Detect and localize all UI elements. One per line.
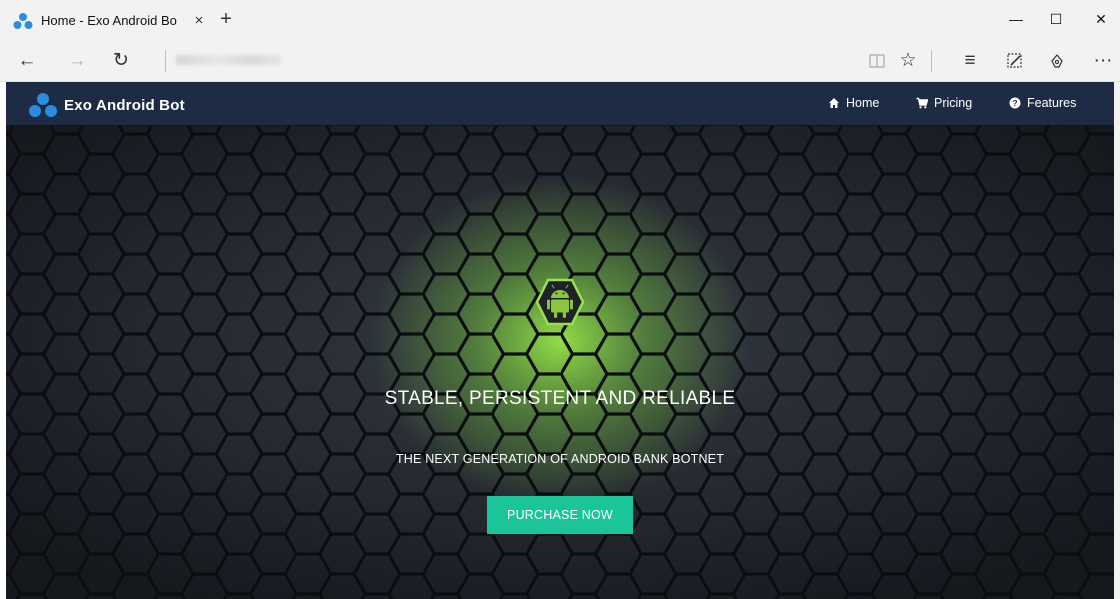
forward-button[interactable]: → [62, 47, 92, 75]
hero-title: STABLE, PERSISTENT AND RELIABLE [384, 388, 736, 409]
nav-pricing-label: Pricing [934, 96, 973, 110]
browser-toolbar: ← → ↻ ☆ ≡ ··· [0, 39, 1120, 82]
purchase-now-button[interactable]: PURCHASE NOW [487, 496, 633, 534]
home-icon [829, 98, 839, 108]
cart-icon [916, 97, 928, 109]
browser-title-bar: Home - Exo Android Bo × + — ☐ ✕ [0, 0, 1120, 39]
site-navbar: Exo Android Bot Home Pricing ? Features [6, 82, 1114, 126]
hero-section: STABLE, PERSISTENT AND RELIABLE THE NEXT… [6, 126, 1114, 599]
more-icon[interactable]: ··· [1088, 47, 1118, 75]
nav-home-label: Home [846, 96, 880, 110]
nav-features[interactable]: ? Features [1009, 96, 1076, 110]
web-note-icon[interactable] [1000, 47, 1030, 75]
svg-text:?: ? [1012, 98, 1017, 108]
share-icon[interactable] [1042, 47, 1072, 75]
hub-icon[interactable]: ≡ [955, 47, 985, 75]
page-scrollbar[interactable] [1114, 82, 1120, 599]
nav-features-label: Features [1027, 96, 1077, 110]
maximize-button[interactable]: ☐ [1033, 6, 1079, 32]
reading-view-icon[interactable] [862, 47, 892, 75]
toolbar-separator [931, 50, 932, 72]
nav-pricing[interactable]: Pricing [916, 96, 972, 110]
favorite-star-icon[interactable]: ☆ [893, 47, 923, 75]
tab-title: Home - Exo Android Bo [41, 13, 177, 28]
new-tab-button[interactable]: + [214, 8, 238, 32]
brand-logo-icon [29, 93, 57, 117]
close-window-button[interactable]: ✕ [1078, 6, 1120, 32]
question-circle-icon: ? [1009, 97, 1021, 109]
address-bar-url[interactable] [176, 55, 282, 65]
brand-logo-link[interactable]: Exo Android Bot [28, 92, 185, 118]
browser-tab[interactable]: Home - Exo Android Bo × [8, 6, 211, 35]
back-button[interactable]: ← [12, 47, 42, 75]
android-emblem [535, 278, 585, 326]
web-page: Exo Android Bot Home Pricing ? Features [6, 82, 1114, 599]
site-favicon-icon [13, 12, 33, 29]
tab-close-icon[interactable]: × [187, 12, 211, 29]
nav-home[interactable]: Home [828, 96, 879, 110]
address-separator [165, 50, 166, 72]
hero-subtitle: THE NEXT GENERATION OF ANDROID BANK BOTN… [395, 452, 725, 466]
refresh-button[interactable]: ↻ [106, 47, 136, 75]
brand-name: Exo Android Bot [64, 96, 185, 114]
